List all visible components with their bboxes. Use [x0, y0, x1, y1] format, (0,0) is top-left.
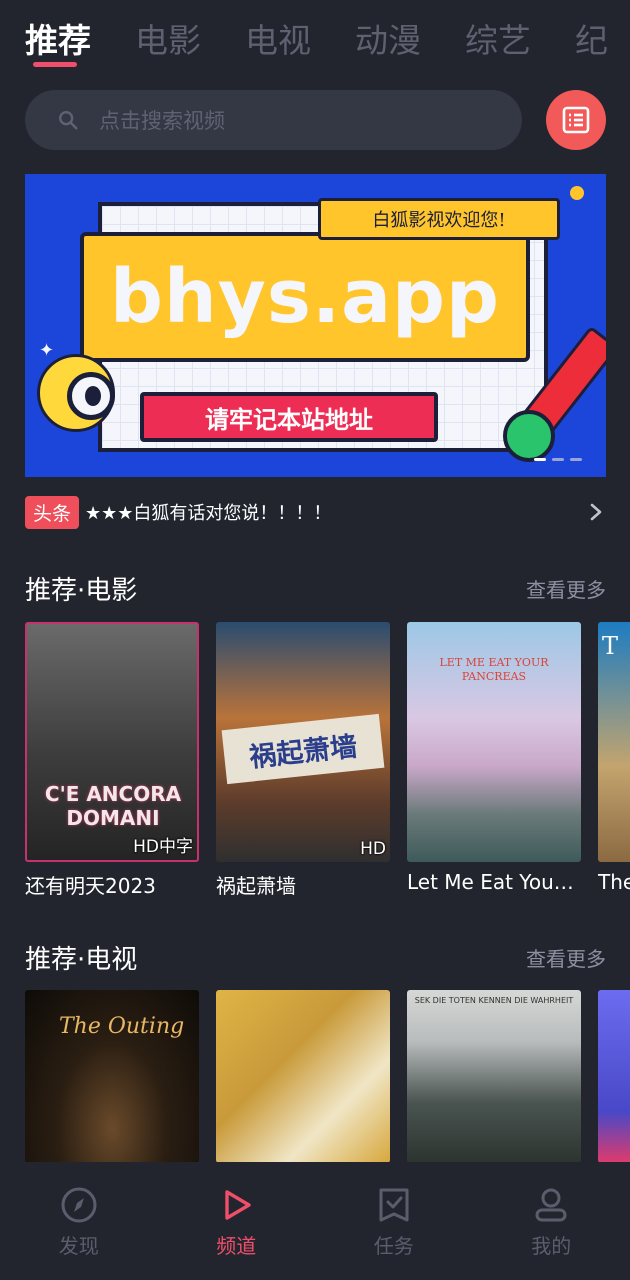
- compass-icon: [61, 1187, 97, 1223]
- nav-discover[interactable]: 发现: [0, 1162, 158, 1280]
- movie-title: 还有明天2023: [25, 874, 156, 898]
- tv-row: The Outing SEK DIE TOTEN KENNEN DIE WAHR…: [25, 990, 630, 1163]
- nav-tasks[interactable]: 任务: [315, 1162, 473, 1280]
- quality-badge: HD: [360, 839, 386, 859]
- tv-more-link[interactable]: 查看更多: [526, 943, 606, 972]
- bottom-nav: 发现 频道 任务 我的: [0, 1162, 630, 1280]
- nav-me[interactable]: 我的: [473, 1162, 630, 1280]
- history-button[interactable]: [546, 90, 606, 150]
- poster-text: T: [602, 632, 619, 660]
- section-title: 推荐·电影: [25, 576, 138, 606]
- poster-image: [216, 990, 390, 1163]
- poster-text: 祸起萧墙: [221, 713, 385, 785]
- poster-text: C'E ANCORA DOMANI: [44, 782, 182, 830]
- nav-label: 发现: [58, 1234, 99, 1258]
- sparkle-icon: ✦: [39, 340, 55, 361]
- search-bar[interactable]: 点击搜索视频: [25, 90, 522, 150]
- play-icon: [225, 1190, 251, 1220]
- tab-recommend[interactable]: 推荐: [25, 0, 91, 67]
- movies-section-header: 推荐·电影 查看更多: [25, 570, 606, 607]
- tab-variety[interactable]: 综艺: [465, 0, 531, 62]
- banner-domain: bhys.app: [110, 254, 500, 340]
- movie-card[interactable]: LET ME EAT YOUR PANCREAS Let Me Eat Your…: [407, 622, 581, 899]
- headline-text: ★★★白狐有话对您说！！！！: [85, 503, 332, 524]
- poster-image: LET ME EAT YOUR PANCREAS: [407, 622, 581, 862]
- list-icon: [562, 106, 590, 134]
- magnifier-icon: [67, 372, 115, 420]
- banner-subtitle: 请牢记本站地址: [140, 392, 438, 442]
- banner-indicator: [534, 458, 582, 461]
- movie-title: Let Me Eat Your Pancreas: [407, 870, 581, 894]
- tab-anime[interactable]: 动漫: [355, 0, 421, 62]
- nav-label: 我的: [531, 1234, 572, 1258]
- search-placeholder: 点击搜索视频: [99, 109, 225, 133]
- poster-image: T: [598, 622, 630, 862]
- user-icon: [535, 1188, 567, 1222]
- movie-card[interactable]: C'E ANCORA DOMANI HD中字 还有明天2023: [25, 622, 199, 899]
- category-tabs: 推荐 电影 电视 动漫 综艺 纪: [0, 0, 630, 80]
- poster-image: C'E ANCORA DOMANI HD中字: [25, 622, 199, 862]
- poster-image: The Outing: [25, 990, 199, 1163]
- banner-domain-board: bhys.app: [80, 232, 530, 362]
- decor-dot: [570, 186, 584, 200]
- poster-image: 祸起萧墙 HD: [216, 622, 390, 862]
- headline-tag: 头条: [25, 495, 80, 529]
- movie-card[interactable]: 祸起萧墙 HD 祸起萧墙: [216, 622, 390, 899]
- nav-label: 任务: [373, 1234, 414, 1258]
- chevron-right-icon[interactable]: [586, 502, 606, 522]
- poster-text: SEK DIE TOTEN KENNEN DIE WAHRHEIT: [414, 996, 574, 1005]
- tv-card[interactable]: The Outing: [25, 990, 199, 1163]
- movie-title: The: [598, 870, 630, 894]
- poster-text: The Outing: [59, 1014, 185, 1039]
- nav-channels[interactable]: 频道: [158, 1162, 316, 1280]
- quality-badge: HD中字: [133, 837, 193, 857]
- banner-welcome-tag: 白狐影视欢迎您!: [318, 198, 560, 240]
- tv-section-header: 推荐·电视 查看更多: [25, 939, 606, 976]
- movie-card[interactable]: T The: [598, 622, 630, 899]
- movies-row: C'E ANCORA DOMANI HD中字 还有明天2023 祸起萧墙 HD …: [25, 622, 630, 899]
- tab-documentary[interactable]: 纪: [575, 0, 608, 62]
- poster-text: LET ME EAT YOUR PANCREAS: [439, 656, 549, 683]
- headline-ticker[interactable]: 头条 ★★★白狐有话对您说！！！！: [25, 494, 606, 530]
- tab-movies[interactable]: 电影: [135, 0, 201, 62]
- promo-banner[interactable]: bhys.app 白狐影视欢迎您! 请牢记本站地址 ✦: [25, 174, 606, 477]
- movie-title: 祸起萧墙: [216, 874, 296, 898]
- tab-tv[interactable]: 电视: [245, 0, 311, 62]
- poster-image: [598, 990, 630, 1163]
- nav-label: 频道: [216, 1234, 257, 1258]
- tv-card[interactable]: SEK DIE TOTEN KENNEN DIE WAHRHEIT: [407, 990, 581, 1163]
- task-icon: [379, 1188, 409, 1222]
- decor-circle: [503, 410, 555, 462]
- poster-image: SEK DIE TOTEN KENNEN DIE WAHRHEIT: [407, 990, 581, 1163]
- search-icon: [59, 111, 78, 130]
- section-title: 推荐·电视: [25, 945, 138, 975]
- tv-card[interactable]: [216, 990, 390, 1163]
- movies-more-link[interactable]: 查看更多: [526, 574, 606, 603]
- tv-card[interactable]: [598, 990, 630, 1163]
